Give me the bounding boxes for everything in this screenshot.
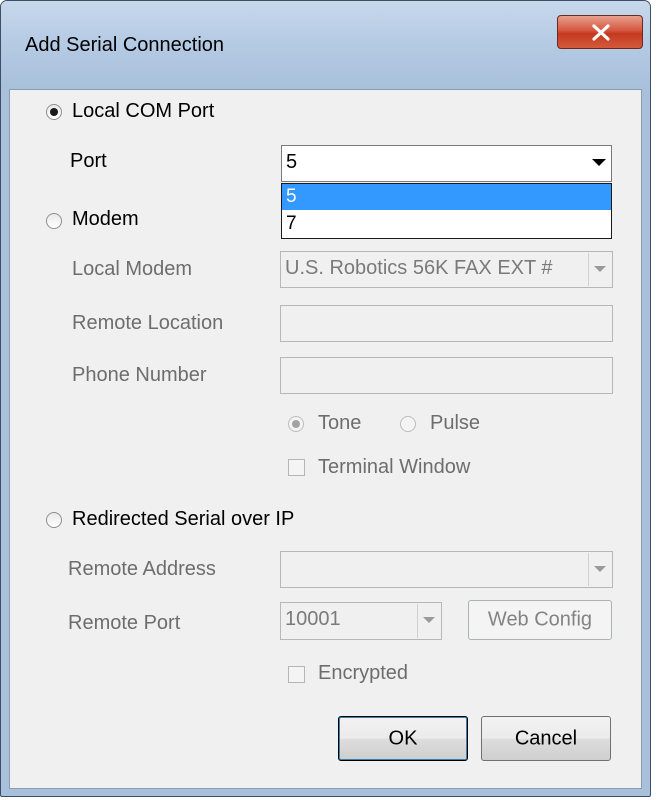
port-label: Port [70, 150, 107, 172]
redirected-serial-label[interactable]: Redirected Serial over IP [72, 508, 294, 531]
chevron-down-icon [592, 159, 606, 166]
port-combobox[interactable]: 5 [281, 145, 612, 182]
ok-label: OK [388, 727, 418, 749]
terminal-window-checkbox[interactable] [288, 459, 305, 476]
remote-address-combobox[interactable] [280, 551, 613, 588]
port-option-5[interactable]: 5 [282, 184, 611, 210]
local-modem-dropdown-button[interactable] [588, 253, 611, 286]
close-button[interactable] [557, 15, 643, 49]
local-modem-combobox[interactable]: U.S. Robotics 56K FAX EXT # [280, 251, 613, 288]
port-option-7[interactable]: 7 [282, 211, 611, 237]
local-com-port-radio[interactable] [46, 104, 62, 120]
port-value: 5 [286, 151, 298, 173]
redirected-serial-radio[interactable] [46, 512, 62, 528]
remote-location-label: Remote Location [72, 312, 224, 334]
close-icon [592, 24, 610, 41]
encrypted-label[interactable]: Encrypted [318, 662, 408, 685]
remote-port-dropdown-button[interactable] [417, 604, 440, 638]
title-bar[interactable]: Add Serial Connection [1, 1, 650, 89]
modem-radio[interactable] [46, 213, 62, 229]
chevron-down-icon [594, 566, 606, 572]
dialog-title: Add Serial Connection [25, 34, 225, 56]
local-modem-label: Local Modem [72, 258, 193, 280]
remote-port-label: Remote Port [68, 612, 181, 634]
remote-address-dropdown-button[interactable] [588, 553, 611, 586]
modem-label[interactable]: Modem [72, 208, 139, 231]
ok-button[interactable]: OK [338, 716, 468, 761]
tone-label[interactable]: Tone [318, 412, 361, 435]
encrypted-checkbox[interactable] [288, 666, 305, 683]
tone-radio[interactable] [288, 416, 304, 432]
cancel-button[interactable]: Cancel [481, 716, 611, 761]
phone-number-input[interactable] [280, 357, 613, 394]
web-config-button[interactable]: Web Config [468, 600, 612, 640]
port-dropdown-button[interactable] [588, 147, 610, 180]
remote-address-label: Remote Address [68, 558, 216, 580]
remote-port-combobox[interactable]: 10001 [280, 602, 442, 640]
port-dropdown-list: 5 7 [281, 183, 612, 239]
pulse-radio[interactable] [400, 416, 416, 432]
web-config-label: Web Config [487, 608, 593, 631]
remote-location-input[interactable] [280, 305, 613, 342]
cancel-label: Cancel [514, 727, 578, 749]
chevron-down-icon [423, 617, 435, 623]
remote-port-value: 10001 [285, 608, 341, 630]
local-modem-value: U.S. Robotics 56K FAX EXT # [285, 257, 553, 279]
pulse-label[interactable]: Pulse [430, 412, 480, 435]
terminal-window-label[interactable]: Terminal Window [318, 456, 470, 479]
local-com-port-label[interactable]: Local COM Port [72, 100, 214, 123]
chevron-down-icon [594, 266, 606, 272]
phone-number-label: Phone Number [72, 364, 207, 386]
